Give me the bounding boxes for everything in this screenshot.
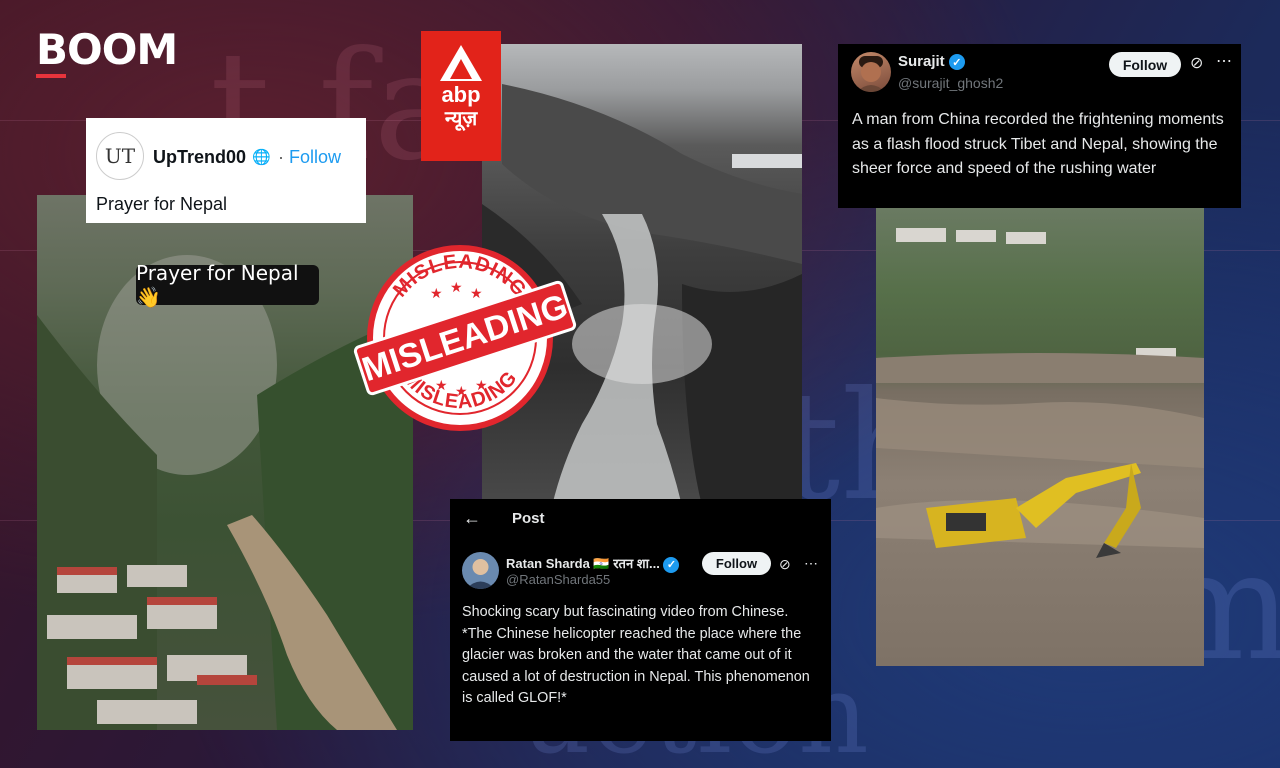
globe-icon: 🌐 bbox=[252, 149, 271, 166]
excavator-flood-scene bbox=[876, 228, 1204, 558]
abp-triangle-icon bbox=[440, 45, 482, 81]
author-handle[interactable]: @RatanSharda55 bbox=[506, 572, 610, 587]
avatar[interactable]: UT bbox=[96, 132, 144, 180]
verified-badge-icon: ✓ bbox=[948, 54, 965, 71]
misleading-stamp: MISLEADING MISLEADING ★ ★ ★ ★ ★ ★ MISLEA… bbox=[335, 240, 585, 435]
author-name[interactable]: Ratan Sharda 🇮🇳 रतन शा... bbox=[506, 556, 660, 571]
post-username[interactable]: UpTrend00 bbox=[153, 147, 246, 168]
abp-logo-hi: न्यूज़ bbox=[444, 108, 478, 130]
uptrend-post-card: UT UpTrend00 🌐 · Follow Prayer for Nepal bbox=[86, 118, 366, 223]
more-options-icon[interactable]: ⋯ bbox=[1216, 54, 1232, 70]
user-avatar-icon bbox=[857, 56, 885, 92]
surajit-post-card: Surajit ✓ @surajit_ghosh2 Follow ⊘ ⋯ A m… bbox=[838, 44, 1241, 208]
author-name-row: Surajit ✓ bbox=[898, 53, 965, 71]
grok-icon[interactable]: ⊘ bbox=[779, 556, 791, 572]
back-arrow-icon[interactable]: ← bbox=[463, 509, 481, 527]
star-icon: ★ bbox=[455, 383, 468, 399]
user-avatar-icon bbox=[466, 559, 495, 589]
right-video-frame bbox=[876, 208, 1204, 666]
boom-logo: BOOM bbox=[36, 25, 178, 78]
author-name[interactable]: Surajit bbox=[898, 53, 945, 70]
star-icon: ★ bbox=[475, 377, 488, 393]
star-icon: ★ bbox=[435, 377, 448, 393]
separator-dot: · bbox=[278, 147, 284, 167]
author-handle[interactable]: @surajit_ghosh2 bbox=[898, 75, 1003, 91]
follow-button[interactable]: Follow bbox=[702, 552, 771, 575]
ratan-post-card: ← Post Ratan Sharda 🇮🇳 रतन शा... ✓ @Rata… bbox=[450, 499, 831, 741]
star-icon: ★ bbox=[470, 285, 483, 301]
abp-logo-en: abp bbox=[441, 82, 481, 107]
abp-news-logo: abp न्यूज़ bbox=[421, 31, 501, 161]
grok-icon[interactable]: ⊘ bbox=[1190, 56, 1203, 72]
boom-logo-text: BOOM bbox=[36, 25, 178, 74]
star-icon: ★ bbox=[430, 285, 443, 301]
follow-button[interactable]: Follow bbox=[1109, 52, 1181, 77]
author-name-row: Ratan Sharda 🇮🇳 रतन शा... ✓ bbox=[506, 554, 680, 573]
post-text: Prayer for Nepal bbox=[96, 194, 228, 214]
post-text: Shocking scary but fascinating video fro… bbox=[462, 604, 810, 706]
more-options-icon[interactable]: ⋯ bbox=[804, 555, 818, 571]
follow-button[interactable]: Follow bbox=[289, 147, 341, 168]
verified-badge-icon: ✓ bbox=[663, 556, 680, 573]
star-icon: ★ bbox=[450, 279, 463, 295]
boom-logo-underline bbox=[36, 74, 66, 78]
page-header: Post bbox=[512, 510, 545, 527]
video-caption: Prayer for Nepal 👋 bbox=[136, 261, 319, 309]
post-text: A man from China recorded the frightenin… bbox=[852, 111, 1224, 177]
avatar[interactable] bbox=[462, 552, 499, 589]
avatar[interactable] bbox=[851, 52, 891, 92]
